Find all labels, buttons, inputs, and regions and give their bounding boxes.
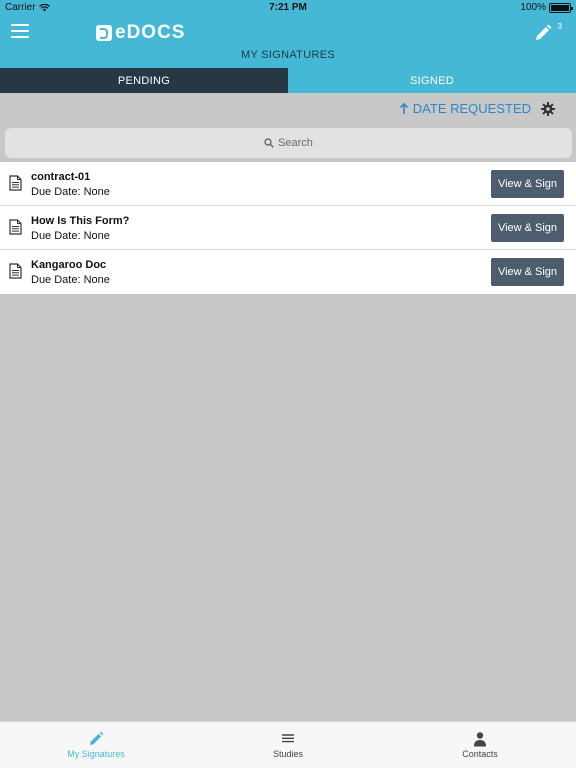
logo-text: eDOCS [115, 22, 186, 43]
menu-line [11, 30, 29, 32]
status-time: 7:21 PM [269, 2, 307, 13]
compose-signature-button[interactable] [534, 24, 556, 46]
pencil-icon [90, 731, 104, 745]
search-bar: Search [0, 124, 576, 162]
status-bar: Carrier 7:21 PM 100% [0, 0, 576, 16]
bottom-tab-bar: My Signatures Studies Contacts [0, 721, 576, 768]
sort-label: DATE REQUESTED [412, 101, 531, 116]
person-icon [474, 732, 486, 747]
status-right: 100% [520, 2, 573, 13]
search-input[interactable]: Search [5, 128, 572, 158]
battery-fill [551, 4, 569, 11]
document-icon [9, 263, 22, 279]
app-header: Carrier 7:21 PM 100% eDOCS 3 MY SIGNATUR… [0, 0, 576, 68]
tab-contacts[interactable]: Contacts [384, 722, 576, 768]
logo-mark-icon [96, 25, 112, 41]
document-due-date: Due Date: None [31, 274, 110, 286]
document-title: contract-01 [31, 171, 91, 183]
tab-my-signatures[interactable]: My Signatures [0, 722, 192, 768]
arrow-up-icon [399, 102, 408, 114]
tab-label: My Signatures [67, 749, 125, 759]
tab-label: Studies [272, 749, 304, 759]
app-logo: eDOCS [96, 22, 185, 44]
battery-percent: 100% [520, 2, 546, 13]
search-icon [264, 138, 274, 148]
list-item[interactable]: contract-01 Due Date: None View & Sign [0, 162, 576, 206]
document-title: How Is This Form? [31, 215, 130, 227]
view-and-sign-button[interactable]: View & Sign [491, 170, 564, 198]
battery-icon [549, 2, 573, 13]
list-icon [282, 734, 294, 743]
sort-bar: DATE REQUESTED [0, 93, 576, 124]
hamburger-menu-button[interactable] [11, 24, 29, 38]
view-and-sign-button[interactable]: View & Sign [491, 214, 564, 242]
menu-line [11, 24, 29, 26]
gear-icon [541, 102, 555, 116]
document-title: Kangaroo Doc [31, 259, 107, 271]
document-due-date: Due Date: None [31, 186, 110, 198]
tab-pending[interactable]: PENDING [0, 68, 288, 93]
page-title: MY SIGNATURES [241, 49, 335, 61]
tab-studies[interactable]: Studies [192, 722, 384, 768]
document-due-date: Due Date: None [31, 230, 110, 242]
document-list: contract-01 Due Date: None View & Sign H… [0, 162, 576, 294]
sort-date-requested-button[interactable]: DATE REQUESTED [399, 101, 531, 116]
edit-badge-count: 3 [557, 22, 562, 31]
tab-signed[interactable]: SIGNED [288, 68, 576, 93]
settings-button[interactable] [541, 102, 555, 116]
menu-line [11, 36, 29, 38]
document-icon [9, 175, 22, 191]
segment-tabs: PENDING SIGNED [0, 68, 576, 93]
search-placeholder: Search [278, 137, 313, 149]
document-icon [9, 219, 22, 235]
list-item[interactable]: How Is This Form? Due Date: None View & … [0, 206, 576, 250]
pencil-icon [536, 24, 552, 40]
list-item[interactable]: Kangaroo Doc Due Date: None View & Sign [0, 250, 576, 294]
view-and-sign-button[interactable]: View & Sign [491, 258, 564, 286]
tab-label: Contacts [462, 749, 498, 759]
